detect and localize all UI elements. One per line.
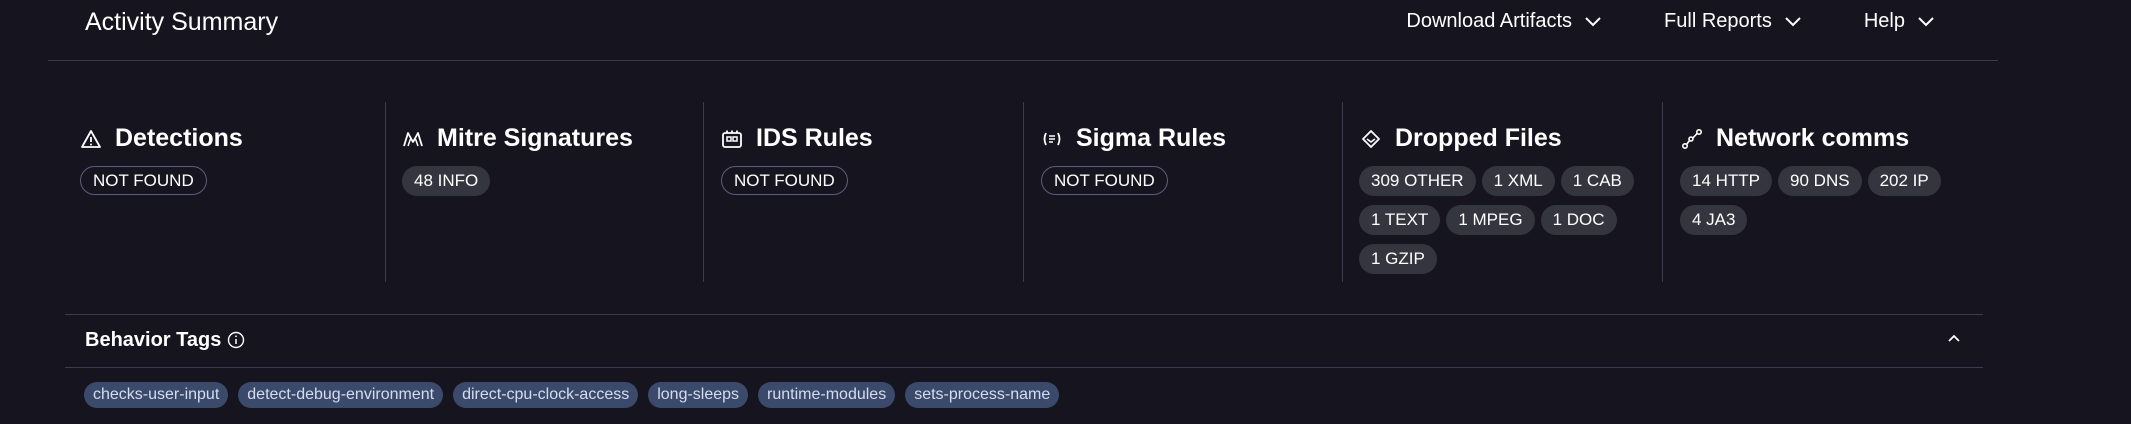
section-title: Detections: [115, 124, 243, 152]
behavior-tags-title: Behavior Tags: [85, 329, 222, 351]
section-mitre-signatures: Mitre Signatures 48 INFO: [385, 102, 704, 282]
behavior-tags-header: Behavior Tags: [65, 314, 1983, 368]
section-sigma-rules: Sigma Rules NOT FOUND: [1023, 102, 1343, 282]
count-badge[interactable]: 202 IP: [1867, 166, 1941, 196]
network-icon: [1681, 128, 1703, 149]
menu-label: Help: [1863, 10, 1905, 32]
chevron-down-icon: [1585, 16, 1601, 26]
section-ids-rules: IDS Rules NOT FOUND: [703, 102, 1024, 282]
count-badge[interactable]: 1 GZIP: [1359, 244, 1437, 274]
count-badge[interactable]: 1 TEXT: [1359, 205, 1441, 235]
chevron-down-icon: [1785, 16, 1801, 26]
behavior-tag[interactable]: sets-process-name: [905, 382, 1060, 408]
menu-label: Download Artifacts: [1406, 10, 1573, 32]
info-icon[interactable]: [227, 331, 245, 349]
section-title: Mitre Signatures: [437, 124, 633, 152]
status-badge: NOT FOUND: [80, 166, 207, 195]
behavior-tag[interactable]: direct-cpu-clock-access: [453, 382, 639, 408]
dropped-files-icon: [1362, 129, 1380, 148]
summary-sections: Detections NOT FOUND Mitre Signatures 48…: [0, 102, 2131, 282]
count-badge[interactable]: 1 CAB: [1560, 166, 1634, 196]
count-badge[interactable]: 1 XML: [1481, 166, 1555, 196]
mitre-icon: [403, 131, 423, 146]
section-detections: Detections NOT FOUND: [80, 102, 385, 282]
page-title: Activity Summary: [85, 8, 279, 36]
ids-rules-icon: [722, 130, 742, 148]
status-badge: NOT FOUND: [1041, 166, 1168, 195]
chevron-down-icon: [1918, 16, 1934, 26]
count-badge[interactable]: 309 OTHER: [1359, 166, 1476, 196]
count-badge[interactable]: 48 INFO: [402, 166, 491, 196]
chevron-up-icon[interactable]: [1947, 333, 1961, 343]
section-title: Dropped Files: [1395, 124, 1562, 152]
count-badge[interactable]: 14 HTTP: [1680, 166, 1773, 196]
warning-triangle-icon: [81, 129, 101, 148]
section-title: Network comms: [1716, 124, 1910, 152]
section-title: IDS Rules: [756, 124, 873, 152]
section-dropped-files: Dropped Files 309 OTHER 1 XML 1 CAB 1 TE…: [1342, 102, 1663, 282]
sigma-rules-icon: [1043, 132, 1061, 145]
count-badge[interactable]: 90 DNS: [1778, 166, 1862, 196]
top-bar: Activity Summary Download Artifacts Full…: [48, 0, 1998, 61]
behavior-tag[interactable]: detect-debug-environment: [238, 382, 444, 408]
help-menu[interactable]: Help: [1864, 10, 1935, 33]
behavior-tag[interactable]: long-sleeps: [648, 382, 749, 408]
full-reports-menu[interactable]: Full Reports: [1664, 10, 1802, 33]
section-network-comms: Network comms 14 HTTP 90 DNS 202 IP 4 JA…: [1662, 102, 1993, 282]
section-title: Sigma Rules: [1076, 124, 1227, 152]
count-badge[interactable]: 1 MPEG: [1446, 205, 1535, 235]
count-badge[interactable]: 1 DOC: [1540, 205, 1617, 235]
menu-label: Full Reports: [1664, 10, 1772, 32]
status-badge: NOT FOUND: [721, 166, 848, 195]
count-badge[interactable]: 4 JA3: [1680, 205, 1748, 235]
behavior-tag[interactable]: checks-user-input: [84, 382, 229, 408]
header-menus: Download Artifacts Full Reports Help: [1406, 10, 1998, 33]
behavior-tags-list: checks-user-input detect-debug-environme…: [84, 382, 1069, 408]
download-artifacts-menu[interactable]: Download Artifacts: [1406, 10, 1602, 33]
behavior-tag[interactable]: runtime-modules: [758, 382, 896, 408]
